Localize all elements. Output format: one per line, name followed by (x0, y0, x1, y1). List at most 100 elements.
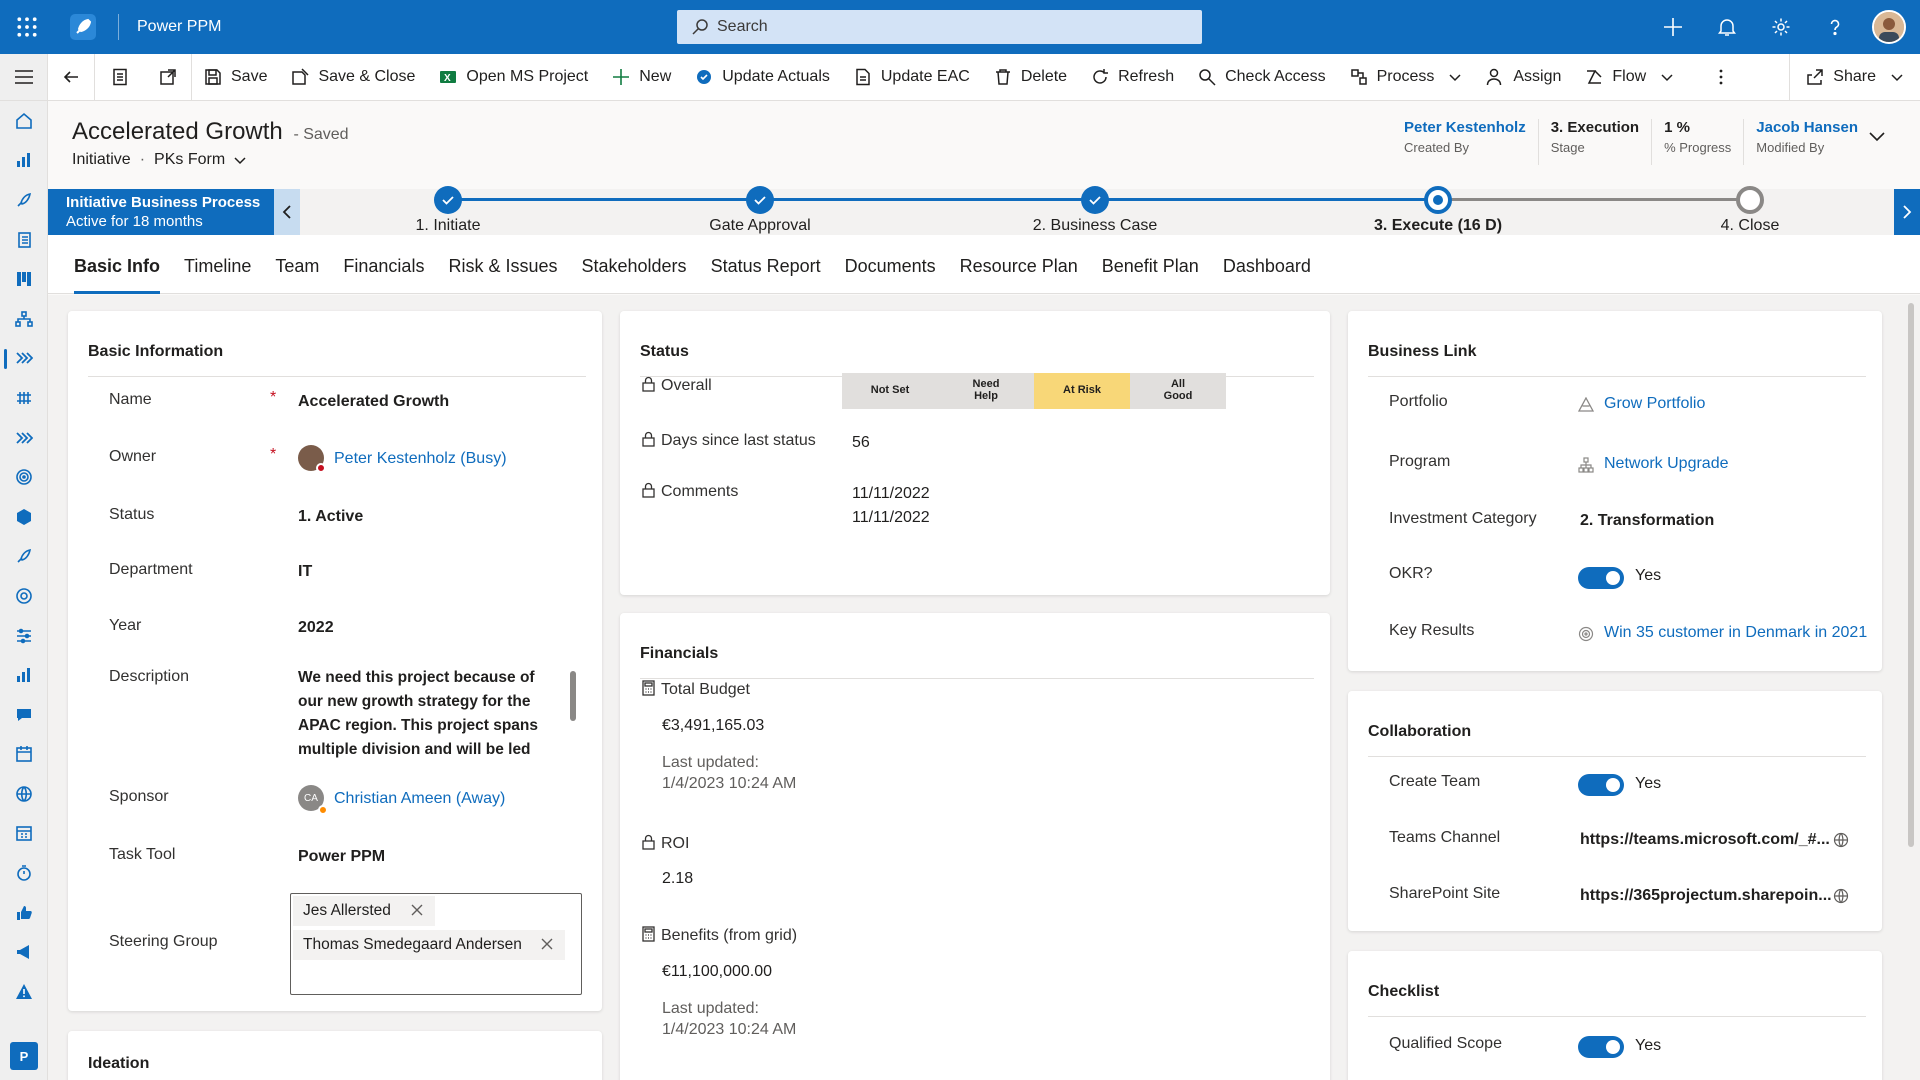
target-icon[interactable] (0, 457, 47, 497)
tab-resource-plan[interactable]: Resource Plan (948, 235, 1090, 294)
save-button[interactable]: Save (192, 54, 279, 101)
bpf-stage-close[interactable]: 4. Close (1650, 186, 1850, 235)
tab-status-report[interactable]: Status Report (699, 235, 833, 294)
year-field[interactable]: 2022 (298, 619, 334, 637)
active-process-panel[interactable]: Initiative Business Process Active for 1… (48, 189, 274, 235)
task-tool-field[interactable]: Power PPM (298, 848, 385, 866)
description-field[interactable]: We need this project because of our new … (298, 666, 538, 762)
remove-tag-icon[interactable] (539, 936, 555, 952)
steering-member-tag[interactable]: Thomas Smedegaard Andersen (293, 930, 565, 960)
warning-icon[interactable] (0, 972, 47, 1012)
bpf-previous-button[interactable] (274, 189, 300, 235)
calendar-icon[interactable] (0, 735, 47, 775)
investment-category-field[interactable]: 2. Transformation (1580, 512, 1714, 530)
bpf-next-button[interactable] (1894, 189, 1920, 235)
bpf-stage-business-case[interactable]: 2. Business Case (995, 186, 1195, 235)
tab-dashboard[interactable]: Dashboard (1211, 235, 1323, 294)
home-icon[interactable] (0, 101, 47, 141)
sponsor-field[interactable]: Christian Ameen (Away) (334, 790, 505, 808)
update-eac-button[interactable]: Update EAC (842, 54, 982, 101)
settings-gear-icon[interactable] (1754, 0, 1808, 54)
description-scrollbar[interactable] (570, 671, 576, 721)
okr-toggle[interactable] (1578, 567, 1624, 589)
refresh-button[interactable]: Refresh (1079, 54, 1186, 101)
projects-chevrons-icon[interactable] (0, 418, 47, 458)
status-option-all-good[interactable]: All Good (1130, 373, 1226, 409)
document-list-icon[interactable] (0, 220, 47, 260)
stopwatch-icon[interactable] (0, 853, 47, 893)
department-field[interactable]: IT (298, 563, 312, 581)
analytics-icon[interactable] (0, 655, 47, 695)
schedule-icon[interactable] (0, 814, 47, 854)
owner-field[interactable]: Peter Kestenholz (Busy) (334, 450, 507, 468)
chat-icon[interactable] (0, 695, 47, 735)
add-icon[interactable] (1646, 0, 1700, 54)
tab-team[interactable]: Team (263, 235, 331, 294)
app-name[interactable]: Power PPM (137, 18, 221, 36)
share-button[interactable]: Share (1790, 54, 1920, 101)
timeline-icon[interactable] (0, 378, 47, 418)
globe-icon[interactable] (1833, 832, 1849, 848)
update-actuals-button[interactable]: Update Actuals (683, 54, 842, 101)
tab-stakeholders[interactable]: Stakeholders (569, 235, 698, 294)
notification-bell-icon[interactable] (1700, 0, 1754, 54)
app-launcher-icon[interactable] (0, 0, 54, 54)
status-field[interactable]: 1. Active (298, 508, 363, 526)
launch-icon[interactable] (0, 537, 47, 577)
goal-icon[interactable] (0, 576, 47, 616)
globe-icon[interactable] (1833, 888, 1849, 904)
bpf-stage-initiate[interactable]: 1. Initiate (348, 186, 548, 235)
tab-risk-issues[interactable]: Risk & Issues (436, 235, 569, 294)
remove-tag-icon[interactable] (409, 902, 425, 918)
help-icon[interactable] (1808, 0, 1862, 54)
status-option-at-risk[interactable]: At Risk (1034, 373, 1130, 409)
process-button[interactable]: Process (1338, 54, 1475, 101)
area-switcher-badge[interactable]: P (10, 1042, 38, 1070)
rocket-icon[interactable] (0, 180, 47, 220)
created-by-value[interactable]: Peter Kestenholz (1404, 119, 1526, 136)
thumbs-up-icon[interactable] (0, 893, 47, 933)
bpf-stage-gate-approval[interactable]: Gate Approval (660, 186, 860, 235)
assign-button[interactable]: Assign (1474, 54, 1573, 101)
steering-member-tag[interactable]: Jes Allersted (293, 896, 435, 926)
global-search-input[interactable]: Search (677, 10, 1202, 44)
portfolio-link[interactable]: Grow Portfolio (1604, 395, 1705, 413)
name-field[interactable]: Accelerated Growth (298, 393, 449, 411)
bpf-stage-execute[interactable]: 3. Execute (16 D) (1338, 186, 1538, 235)
sliders-icon[interactable] (0, 616, 47, 656)
board-icon[interactable] (0, 259, 47, 299)
tab-basic-info[interactable]: Basic Info (62, 235, 172, 294)
sharepoint-site-url[interactable]: https://365projectum.sharepoin... (1580, 887, 1832, 905)
header-expand-chevron-icon[interactable] (1868, 127, 1886, 145)
delete-button[interactable]: Delete (982, 54, 1079, 101)
teams-channel-url[interactable]: https://teams.microsoft.com/_#... (1580, 831, 1830, 849)
save-close-button[interactable]: Save & Close (279, 54, 427, 101)
steering-group-field[interactable]: Jes Allersted Thomas Smedegaard Andersen (290, 893, 582, 995)
page-scrollbar[interactable] (1908, 303, 1914, 847)
new-button[interactable]: New (600, 54, 683, 101)
status-option-not-set[interactable]: Not Set (842, 373, 938, 409)
back-button[interactable] (48, 54, 94, 101)
program-link[interactable]: Network Upgrade (1604, 455, 1729, 473)
form-selector[interactable]: PKs Form (154, 151, 225, 169)
record-set-button[interactable] (95, 54, 145, 101)
hamburger-menu-icon[interactable] (0, 54, 47, 101)
open-ms-project-button[interactable]: X Open MS Project (427, 54, 600, 101)
bar-chart-icon[interactable] (0, 141, 47, 181)
cube-icon[interactable] (0, 497, 47, 537)
initiatives-chevrons-icon[interactable] (0, 339, 47, 379)
key-results-link[interactable]: Win 35 customer in Denmark in 2021 (1604, 624, 1867, 642)
megaphone-icon[interactable] (0, 932, 47, 972)
chevron-down-icon[interactable] (233, 153, 247, 167)
user-avatar[interactable] (1872, 10, 1906, 44)
tab-financials[interactable]: Financials (331, 235, 436, 294)
more-commands-button[interactable] (1686, 54, 1756, 101)
qualified-scope-toggle[interactable] (1578, 1036, 1624, 1058)
tab-documents[interactable]: Documents (833, 235, 948, 294)
check-access-button[interactable]: Check Access (1186, 54, 1337, 101)
overall-status-selector[interactable]: Not Set Need Help At Risk All Good (842, 373, 1226, 409)
tab-benefit-plan[interactable]: Benefit Plan (1090, 235, 1211, 294)
tab-timeline[interactable]: Timeline (172, 235, 263, 294)
open-new-window-button[interactable] (145, 54, 191, 101)
status-option-need-help[interactable]: Need Help (938, 373, 1034, 409)
